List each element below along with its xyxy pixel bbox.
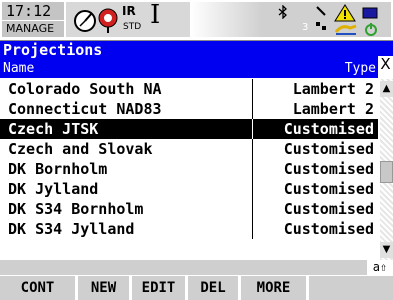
satellite-icon xyxy=(316,6,326,30)
memory-card-icon xyxy=(334,24,357,35)
column-header-type[interactable]: Type xyxy=(345,61,376,76)
scroll-thumb[interactable] xyxy=(380,161,393,183)
ir-mode-label: IR xyxy=(122,4,136,18)
column-divider xyxy=(252,99,253,119)
clock-time: 17:12 xyxy=(6,2,52,20)
projection-name: Czech and Slovak xyxy=(8,140,153,158)
column-divider xyxy=(252,159,253,179)
projections-list: Colorado South NA Lambert 2 Connecticut … xyxy=(0,79,378,239)
power-icon xyxy=(365,23,377,36)
device-status-icons: 3 xyxy=(262,2,391,37)
projection-name: Colorado South NA xyxy=(8,80,162,98)
instrument-status-icons: IR STD I xyxy=(66,0,190,37)
text-cursor-icon: I xyxy=(150,0,161,30)
delete-button[interactable]: DEL xyxy=(188,276,238,300)
program-mode: MANAGE xyxy=(6,22,55,35)
projection-type: Lambert 2 xyxy=(292,100,374,118)
reflector-target-icon xyxy=(74,10,96,32)
divider xyxy=(2,20,64,21)
empty-function-key[interactable] xyxy=(309,276,393,300)
std-mode-label: STD xyxy=(123,22,142,32)
projection-name: DK Jylland xyxy=(8,180,99,198)
column-header-name[interactable]: Name xyxy=(3,61,34,76)
projection-name: DK Bornholm xyxy=(8,160,108,178)
projection-name: Czech JTSK xyxy=(8,120,99,138)
projection-name: DK S34 Bornholm xyxy=(8,200,144,218)
projection-type: Customised xyxy=(283,160,374,178)
list-item[interactable]: DK S34 Jylland Customised xyxy=(0,219,378,239)
projection-type: Customised xyxy=(283,180,374,198)
column-divider xyxy=(252,79,253,99)
column-divider xyxy=(252,179,253,199)
status-bar: 17:12 MANAGE IR STD I 3 xyxy=(0,0,393,41)
column-divider xyxy=(252,139,253,159)
list-header: Name Type xyxy=(0,60,378,78)
input-mode-bar: a⇧ xyxy=(0,260,393,275)
column-divider xyxy=(252,219,253,239)
edit-button[interactable]: EDIT xyxy=(132,276,185,300)
page-title: Projections xyxy=(3,41,103,59)
bluetooth-icon xyxy=(278,5,287,19)
projection-type: Lambert 2 xyxy=(292,80,374,98)
close-button[interactable]: X xyxy=(378,56,393,73)
prism-icon xyxy=(98,8,118,33)
more-button[interactable]: MORE xyxy=(241,276,306,300)
function-key-bar: CONT NEW EDIT DEL MORE xyxy=(0,276,393,300)
scroll-down-arrow-icon[interactable]: ▼ xyxy=(380,242,393,258)
scroll-up-arrow-icon[interactable]: ▲ xyxy=(380,81,393,97)
battery-icon xyxy=(362,7,378,19)
status-bar-gradient xyxy=(190,2,262,37)
input-mode-indicator: a⇧ xyxy=(367,260,393,275)
projection-type: Customised xyxy=(283,220,374,238)
scrollbar[interactable]: ▲ ▼ xyxy=(380,79,393,260)
cont-button[interactable]: CONT xyxy=(0,276,75,300)
column-divider xyxy=(252,119,253,139)
list-item-selected[interactable]: Czech JTSK Customised xyxy=(0,119,378,139)
list-item[interactable]: DK Bornholm Customised xyxy=(0,159,378,179)
list-item[interactable]: DK Jylland Customised xyxy=(0,179,378,199)
satellite-count: 3 xyxy=(302,22,309,33)
list-item[interactable]: Czech and Slovak Customised xyxy=(0,139,378,159)
projection-type: Customised xyxy=(283,200,374,218)
projection-type: Customised xyxy=(283,140,374,158)
new-button[interactable]: NEW xyxy=(78,276,129,300)
projection-name: Connecticut NAD83 xyxy=(8,100,162,118)
projection-type: Customised xyxy=(283,120,374,138)
list-item[interactable]: Colorado South NA Lambert 2 xyxy=(0,79,378,99)
warning-icon xyxy=(334,4,356,22)
projection-name: DK S34 Jylland xyxy=(8,220,135,238)
column-divider xyxy=(252,199,253,219)
list-item[interactable]: DK S34 Bornholm Customised xyxy=(0,199,378,219)
dialog-title-bar: Projections xyxy=(0,41,393,60)
list-item[interactable]: Connecticut NAD83 Lambert 2 xyxy=(0,99,378,119)
time-panel: 17:12 MANAGE xyxy=(2,2,64,37)
